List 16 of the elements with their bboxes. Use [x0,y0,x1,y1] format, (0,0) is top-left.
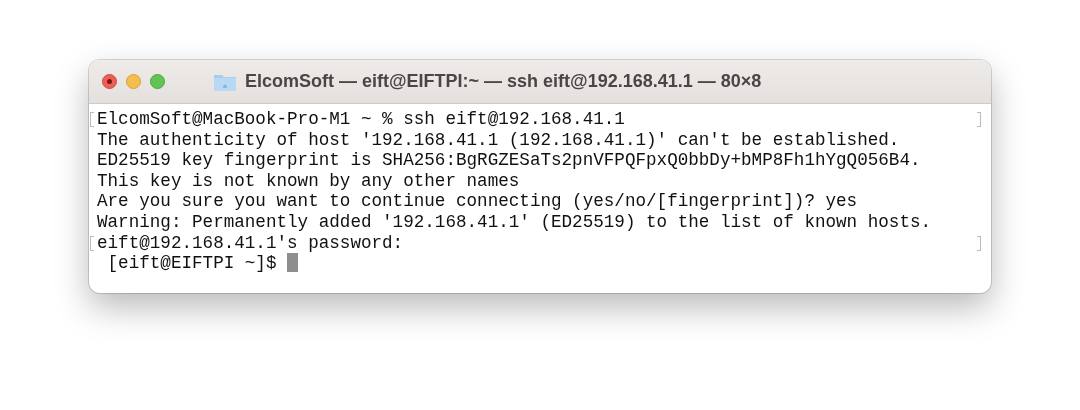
mark-bracket [977,112,981,127]
close-button[interactable] [102,74,117,89]
terminal-line: The authenticity of host '192.168.41.1 (192.168.41.1)' can't be established. [97,129,900,150]
mark-bracket [90,112,94,127]
terminal-line: eift@192.168.41.1's password: [97,232,404,253]
terminal-line: This key is not known by any other names [97,170,520,191]
terminal-line: Warning: Permanently added '192.168.41.1' (ED25519) to the list of known hosts. [97,211,932,232]
terminal-line: ElcomSoft@MacBook-Pro-M1 ~ % ssh eift@192.168.41.1 [97,109,625,129]
minimize-button[interactable] [126,74,141,89]
zoom-button[interactable] [150,74,165,89]
terminal-line: ED25519 key fingerprint is SHA256:BgRGZESaTs2pnVFPQFpxQ0bbDy+bMP8Fh1hYgQ056B4. [97,150,921,171]
window-title: ElcomSoft — eift@EIFTPI:~ — ssh eift@192.168.41.1 — 80×8 [245,70,762,93]
terminal-line: [eift@EIFTPI ~]$ [106,253,277,274]
mark-bracket [977,235,981,251]
mark-bracket [90,235,94,251]
terminal-line: Are you sure you want to continue connecting (yes/no/[fingerprint])? yes [97,191,858,212]
